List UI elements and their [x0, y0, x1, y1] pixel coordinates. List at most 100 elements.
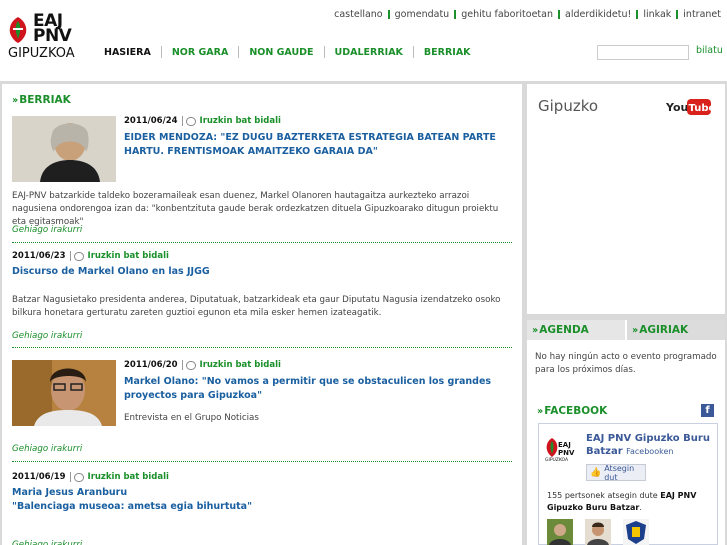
post-date: 2011/06/20 [124, 360, 178, 370]
toplink-castellano[interactable]: castellano [334, 9, 383, 20]
nav-udalerriak[interactable]: UDALERRIAK [325, 47, 413, 58]
post-excerpt: EAJ-PNV batzarkide taldeko bozeramaileak… [12, 191, 499, 227]
fb-page-sub: Facebooken [626, 447, 674, 456]
comment-bubble-icon [185, 360, 196, 370]
logo-gipuzkoa: GIPUZKOA [8, 46, 75, 61]
thumbs-up-icon: 👍 [590, 467, 602, 478]
double-chevron-icon: ›› [537, 405, 543, 417]
post-thumbnail[interactable] [12, 360, 116, 426]
toplink-linkak[interactable]: linkak [643, 9, 671, 20]
post-title-line[interactable]: Maria Jesus Aranburu [12, 486, 512, 500]
read-more-link[interactable]: Gehiago irakurri [12, 444, 82, 454]
toplink-intranet[interactable]: intranet [683, 9, 721, 20]
fb-fans-prefix: 155 pertsonek atsegin dute [547, 491, 661, 500]
news-section-title: ›› BERRIAK [12, 94, 71, 106]
tab-agiriak-label: AGIRIAK [639, 324, 689, 336]
tab-agiriak-title: ›› AGIRIAK [632, 324, 688, 336]
divider [454, 10, 457, 19]
post-meta: 2011/06/24 Iruzkin bat bidali [124, 116, 512, 126]
facebook-like-box: EAJ PNV GIPUZKOA EAJ PNV Gipuzko Buru Ba… [538, 423, 718, 545]
read-more-link[interactable]: Gehiago irakurri [12, 540, 82, 545]
post-meta: 2011/06/20 Iruzkin bat bidali [124, 360, 512, 370]
news-post: 2011/06/19 Iruzkin bat bidali Maria Jesu… [12, 472, 512, 545]
post-date: 2011/06/23 [12, 251, 66, 261]
fan-avatar[interactable] [547, 519, 573, 545]
post-excerpt: Batzar Nagusietako presidenta anderea, D… [12, 295, 501, 318]
nav-nor-gara[interactable]: NOR GARA [162, 47, 238, 58]
facebook-icon[interactable]: f [701, 404, 714, 417]
comment-bubble-icon [185, 116, 196, 126]
post-thumbnail[interactable] [12, 116, 116, 182]
comment-bubble-icon [73, 251, 84, 261]
logo-pnv: PNV [33, 26, 72, 46]
toplink-alderdikidetu[interactable]: alderdikidetu! [565, 9, 631, 20]
fb-page-name[interactable]: EAJ PNV Gipuzko Buru Batzar Facebooken [586, 432, 714, 458]
svg-text:You: You [666, 101, 688, 114]
fan-avatar[interactable] [623, 519, 649, 545]
comment-link[interactable]: Iruzkin bat bidali [88, 251, 169, 261]
divider [12, 347, 512, 348]
fb-faces [547, 519, 661, 545]
post-title[interactable]: Discurso de Markel Olano en las JJGG [12, 265, 512, 279]
tab-agenda[interactable]: ›› AGENDA [527, 320, 625, 340]
divider [12, 461, 512, 462]
fb-fans-suffix: . [639, 503, 642, 512]
facebook-title-label: FACEBOOK [544, 405, 608, 417]
post-excerpt: Entrevista en el Grupo Noticias [124, 413, 259, 423]
site-header: EAJ PNV GIPUZKOA castellano gomendatu ge… [0, 0, 727, 80]
sidebar: Gipuzko You Tube ›› AGENDA ›› AGIRIAK No… [527, 84, 727, 545]
youtube-logo-icon[interactable]: You Tube [666, 96, 712, 118]
divider [636, 10, 639, 19]
tab-agiriak[interactable]: ›› AGIRIAK [627, 320, 725, 340]
youtube-box-title: Gipuzko [538, 97, 599, 115]
toplink-gomendatu[interactable]: gomendatu [395, 9, 450, 20]
facebook-title: ›› FACEBOOK [537, 405, 607, 417]
main-nav: HASIERA NOR GARA NON GAUDE UDALERRIAK BE… [94, 44, 481, 60]
comment-link[interactable]: Iruzkin bat bidali [200, 116, 281, 126]
post-body: 2011/06/24 Iruzkin bat bidali EIDER MEND… [124, 116, 512, 159]
fb-like-label: Atsegin dut [604, 463, 635, 482]
fb-like-button[interactable]: 👍 Atsegin dut [586, 463, 646, 482]
divider [181, 116, 183, 126]
nav-berriak[interactable]: BERRIAK [414, 47, 481, 58]
tab-agenda-label: AGENDA [539, 324, 589, 336]
double-chevron-icon: ›› [12, 94, 18, 106]
post-title-line[interactable]: "Balenciaga museoa: ametsa egia bihurtut… [12, 500, 512, 514]
fan-avatar[interactable] [585, 519, 611, 545]
top-links: castellano gomendatu gehitu faboritoetan… [334, 9, 721, 20]
eaj-pnv-logo[interactable]: EAJ PNV GIPUZKOA [6, 13, 76, 63]
news-column: ›› BERRIAK 2011/06/24 Iruzkin bat bidali… [2, 84, 522, 545]
nav-hasiera[interactable]: HASIERA [94, 47, 161, 58]
search-button[interactable]: bilatu [696, 45, 723, 56]
comment-link[interactable]: Iruzkin bat bidali [88, 472, 169, 482]
svg-text:Tube: Tube [689, 103, 713, 114]
news-post: 2011/06/20 Iruzkin bat bidali Markel Ola… [12, 360, 512, 470]
post-meta: 2011/06/19 Iruzkin bat bidali [12, 472, 512, 482]
read-more-link[interactable]: Gehiago irakurri [12, 331, 82, 341]
comment-link[interactable]: Iruzkin bat bidali [200, 360, 281, 370]
post-title[interactable]: EIDER MENDOZA: "EZ DUGU BAZTERKETA ESTRA… [124, 131, 512, 159]
post-date: 2011/06/19 [12, 472, 66, 482]
agenda-tabs: ›› AGENDA ›› AGIRIAK No hay ningún acto … [527, 320, 725, 404]
double-chevron-icon: ›› [532, 324, 538, 336]
facebook-box: ›› FACEBOOK f EAJ PNV GIPUZKOA EAJ PNV G… [527, 395, 725, 545]
divider [676, 10, 679, 19]
news-post: 2011/06/24 Iruzkin bat bidali EIDER MEND… [12, 116, 512, 246]
divider [181, 360, 183, 370]
divider [69, 251, 71, 261]
search-input[interactable] [597, 45, 689, 60]
toplink-gehitu-faboritoetan[interactable]: gehitu faboritoetan [461, 9, 553, 20]
divider [558, 10, 560, 19]
page-logo-icon[interactable]: EAJ PNV GIPUZKOA [544, 436, 576, 462]
news-post: 2011/06/23 Iruzkin bat bidali Discurso d… [12, 251, 512, 348]
post-meta: 2011/06/23 Iruzkin bat bidali [12, 251, 512, 261]
news-section-label: BERRIAK [19, 94, 71, 106]
youtube-box: Gipuzko You Tube [527, 84, 725, 314]
divider [69, 472, 71, 482]
read-more-link[interactable]: Gehiago irakurri [12, 225, 82, 235]
post-date: 2011/06/24 [124, 116, 178, 126]
post-title[interactable]: Markel Olano: "No vamos a permitir que s… [124, 375, 512, 403]
nav-non-gaude[interactable]: NON GAUDE [239, 47, 323, 58]
tab-agenda-title: ›› AGENDA [532, 324, 589, 336]
divider [12, 242, 512, 243]
